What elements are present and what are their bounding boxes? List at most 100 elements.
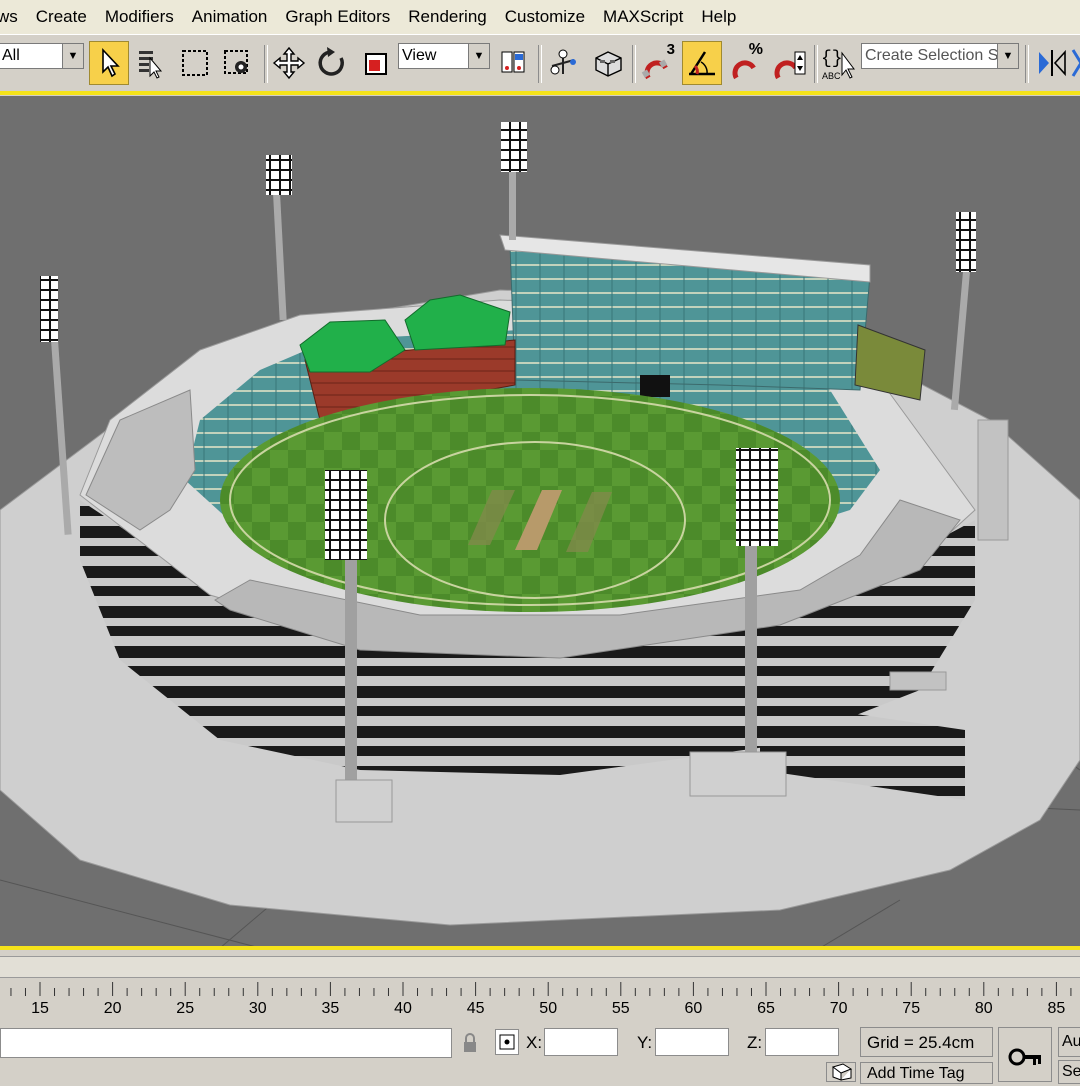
lock-icon[interactable] xyxy=(460,1032,480,1056)
chevron-down-icon: ▼ xyxy=(997,44,1018,68)
timeline-tick-label: 40 xyxy=(394,1000,412,1017)
floodlight xyxy=(501,122,527,240)
move-button[interactable] xyxy=(269,41,309,85)
select-by-name-icon xyxy=(139,51,163,79)
angle-snap-button[interactable] xyxy=(682,41,722,85)
timeline-tick-label: 70 xyxy=(829,1000,848,1017)
main-toolbar: All ▼ View ▼ 3 % {} ABC Create Selection… xyxy=(0,34,1080,91)
mirror-button[interactable] xyxy=(1032,41,1072,85)
select-object-icon xyxy=(102,47,120,78)
manipulate-button[interactable] xyxy=(543,41,583,85)
rotate-button[interactable] xyxy=(312,41,352,85)
toolbar-separator xyxy=(632,45,636,83)
grandstand-tunnel xyxy=(640,375,670,397)
active-viewport-border-top xyxy=(0,91,1080,95)
z-coordinate-label: Z: xyxy=(747,1033,763,1052)
timeline-tick-label: 30 xyxy=(248,1000,267,1017)
select-by-name-button[interactable] xyxy=(131,41,171,85)
set-key-button[interactable] xyxy=(998,1027,1052,1082)
timeline-tick-label: 75 xyxy=(902,1000,921,1017)
timeline-tick-label: 60 xyxy=(684,1000,703,1017)
mirror-icon xyxy=(1039,49,1066,77)
chevron-down-icon: ▼ xyxy=(468,44,489,68)
y-coordinate-input[interactable] xyxy=(655,1028,729,1056)
timeline-tick-label: 20 xyxy=(103,1000,122,1017)
perspective-viewport[interactable] xyxy=(0,96,1080,948)
timeline-tick-label: 35 xyxy=(321,1000,340,1017)
svg-text:ABC: ABC xyxy=(822,71,841,81)
percent-snap-label: % xyxy=(748,41,763,58)
status-bar: X: Y: Z: Grid = 25.4cm Add Time Tag Au S… xyxy=(0,1024,1080,1084)
maxscript-listener-field[interactable] xyxy=(0,1028,452,1058)
auto-key-button[interactable]: Au xyxy=(1058,1027,1080,1057)
menu-item-create[interactable]: Create xyxy=(27,0,96,34)
absolute-mode-icon xyxy=(499,1034,515,1050)
select-object-button[interactable] xyxy=(89,41,129,85)
stadium-3d-scene xyxy=(0,122,1080,948)
edit-named-selections-button[interactable]: {} ABC xyxy=(818,41,858,85)
manipulate-icon xyxy=(550,49,576,75)
auto-key-label: Au xyxy=(1062,1033,1080,1050)
menu-item-animation[interactable]: Animation xyxy=(183,0,277,34)
x-coordinate-input[interactable] xyxy=(544,1028,618,1056)
menu-item-modifiers[interactable]: Modifiers xyxy=(96,0,183,34)
set-key-label: Se xyxy=(1062,1063,1080,1080)
timeline-tick-label: 55 xyxy=(611,1000,630,1017)
menu-item-help[interactable]: Help xyxy=(692,0,745,34)
floodlight xyxy=(266,155,292,321)
chevron-down-icon: ▼ xyxy=(62,44,83,68)
scale-icon xyxy=(365,53,387,75)
keyboard-shortcut-button[interactable] xyxy=(588,41,628,85)
toolbar-separator xyxy=(264,45,268,83)
timeline[interactable]: 15 20 25 30 35 40 45 50 55 60 65 70 75 80 85 xyxy=(0,952,1080,1024)
snap-3d-label: 3 xyxy=(666,41,675,58)
arrow-right-icon xyxy=(1071,49,1080,77)
angle-snap-icon xyxy=(689,51,715,76)
selection-filter-dropdown[interactable]: All ▼ xyxy=(0,43,84,69)
toolbar-separator xyxy=(538,45,542,83)
grid-size-value: Grid = 25.4cm xyxy=(867,1033,975,1052)
timeline-tick-label: 45 xyxy=(466,1000,485,1017)
track-bar[interactable]: 15 20 25 30 35 40 45 50 55 60 65 70 75 80 85 xyxy=(0,980,1080,1024)
timeline-tick-label: 25 xyxy=(176,1000,195,1017)
menu-item-customize[interactable]: Customize xyxy=(496,0,594,34)
move-icon xyxy=(272,46,306,80)
timeline-tick-label: 65 xyxy=(757,1000,775,1017)
named-selection-sets-placeholder: Create Selection Set xyxy=(865,47,997,64)
percent-snap-button[interactable]: % xyxy=(725,41,765,85)
menu-item-maxscript[interactable]: MAXScript xyxy=(594,0,692,34)
add-time-tag-button[interactable]: Add Time Tag xyxy=(860,1062,993,1084)
selection-filter-value: All xyxy=(2,47,20,64)
z-coordinate-input[interactable] xyxy=(765,1028,839,1056)
time-slider-track[interactable] xyxy=(0,956,1080,978)
floodlight xyxy=(950,212,976,411)
scale-button[interactable] xyxy=(355,41,395,85)
menu-item-rendering[interactable]: Rendering xyxy=(399,0,495,34)
menu-bar: ws Create Modifiers Animation Graph Editors R… xyxy=(0,0,1080,34)
toolbar-overflow[interactable] xyxy=(1070,41,1080,85)
reference-coordinate-value: View xyxy=(402,47,437,64)
stand-pillar xyxy=(977,419,1009,541)
pivot-icon xyxy=(501,51,525,73)
spinner-snap-button[interactable] xyxy=(769,41,809,85)
menu-item-graph-editors[interactable]: Graph Editors xyxy=(276,0,399,34)
key-icon xyxy=(1008,1048,1041,1066)
snap-3d-button[interactable]: 3 xyxy=(637,41,677,85)
timeline-tick-label: 50 xyxy=(539,1000,558,1017)
toolbar-separator xyxy=(1025,45,1029,83)
set-key-mode-button[interactable]: Se xyxy=(1058,1060,1080,1084)
keyboard-shortcut-icon xyxy=(595,51,622,77)
rectangular-selection-button[interactable] xyxy=(175,41,215,85)
window-crossing-button[interactable] xyxy=(218,41,258,85)
spinner-snap-icon xyxy=(774,51,806,80)
timeline-tick-label: 15 xyxy=(31,1000,49,1017)
timeline-tick-label: 85 xyxy=(1047,1000,1066,1017)
time-tag-icon[interactable] xyxy=(826,1062,856,1082)
rectangular-selection-icon xyxy=(182,50,208,76)
grid-size-display: Grid = 25.4cm xyxy=(860,1027,993,1057)
pivot-button[interactable] xyxy=(493,41,533,85)
named-selection-sets-dropdown[interactable]: Create Selection Set ▼ xyxy=(861,43,1019,69)
absolute-mode-toggle[interactable] xyxy=(495,1029,519,1055)
reference-coordinate-dropdown[interactable]: View ▼ xyxy=(398,43,490,69)
menu-item-ws[interactable]: ws xyxy=(0,0,27,34)
